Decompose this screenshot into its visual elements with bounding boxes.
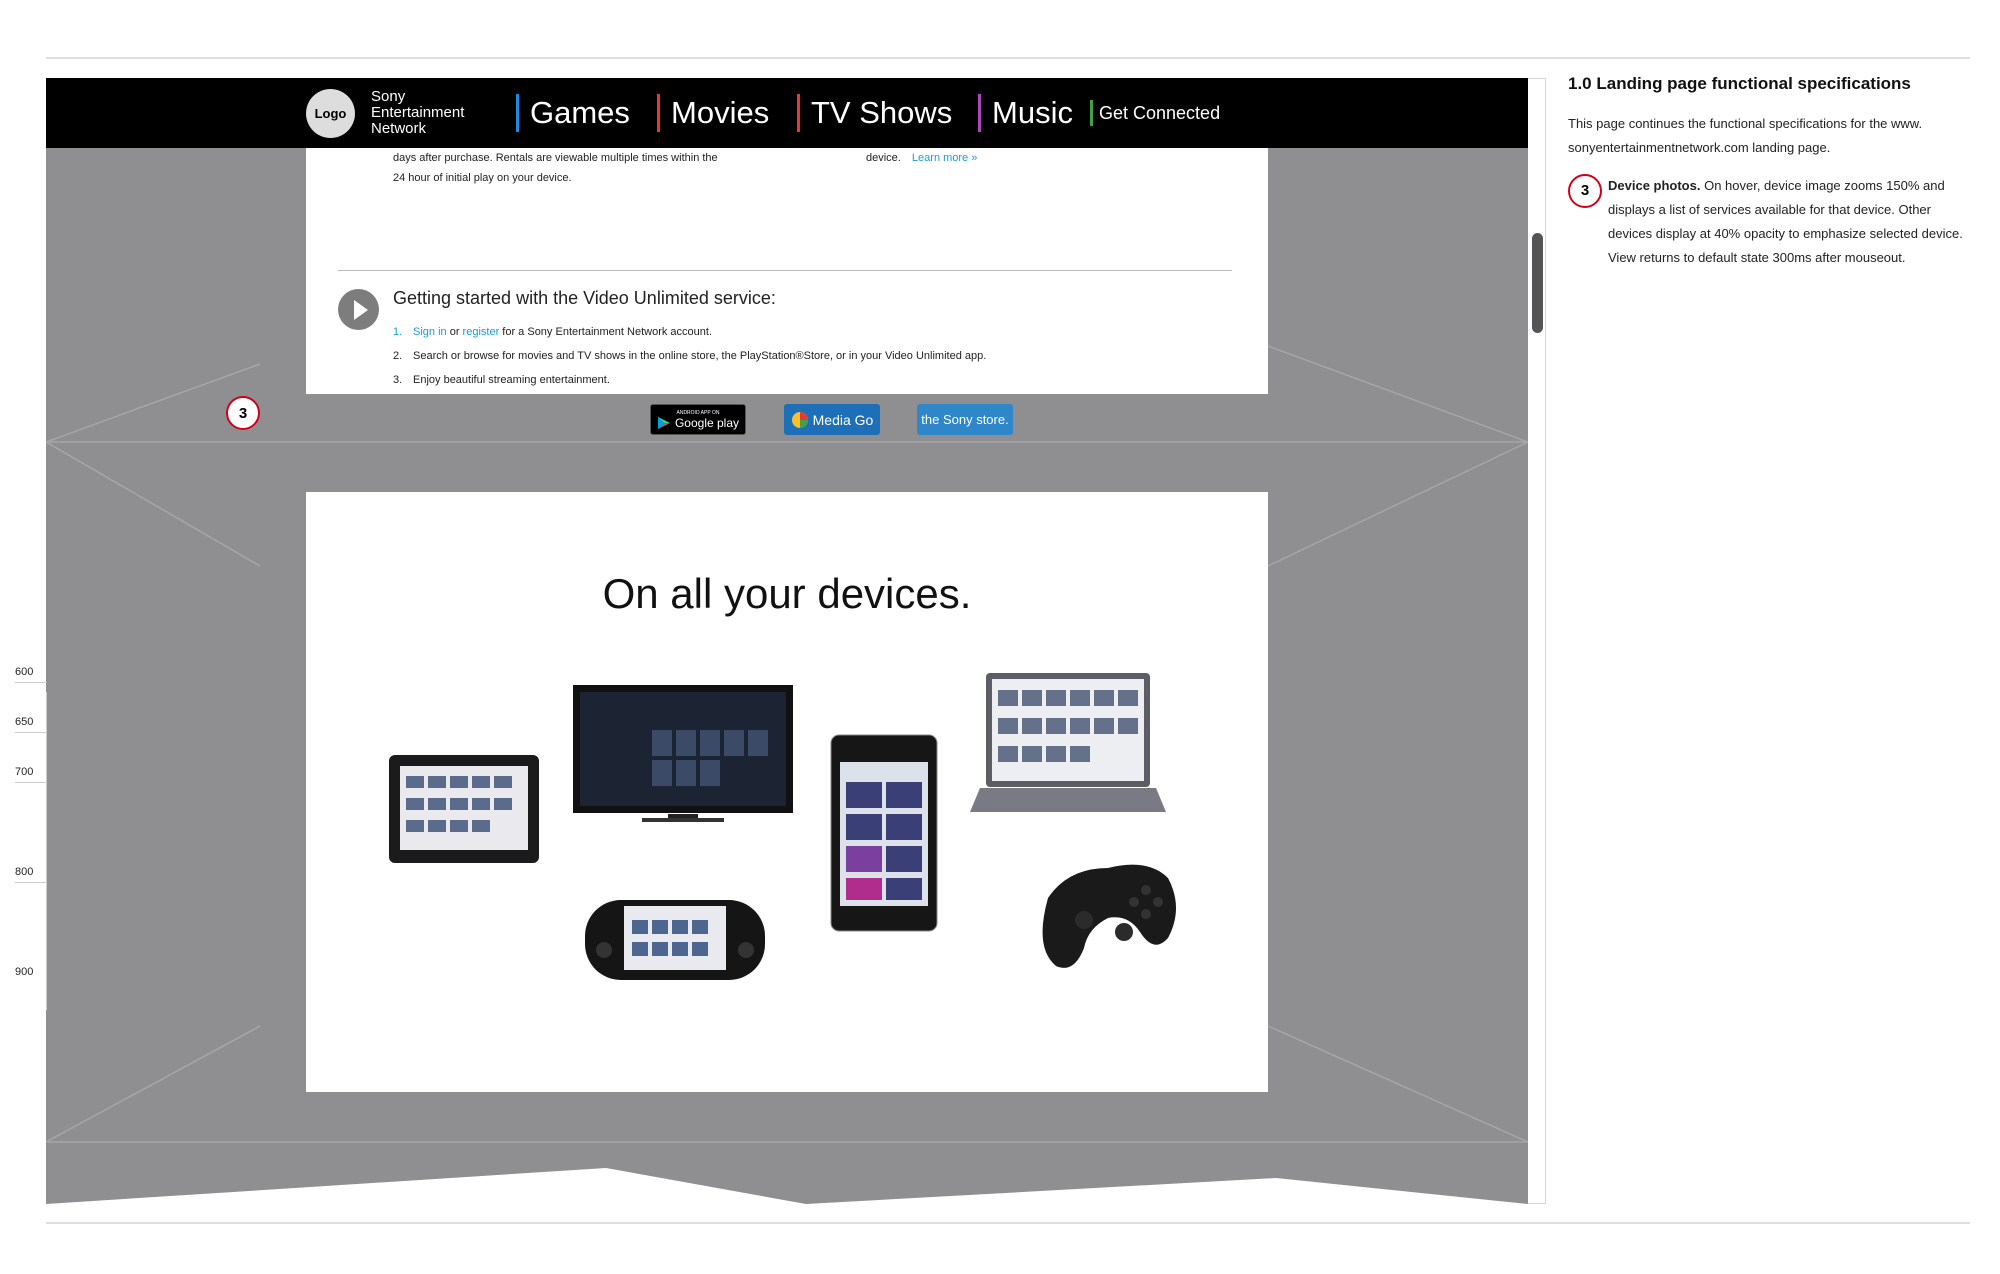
step-1: 1. Sign in or register for a Sony Enterta… bbox=[393, 320, 986, 344]
sony-store-button[interactable]: the Sony store. bbox=[917, 404, 1013, 435]
top-divider bbox=[46, 57, 1970, 59]
smartphone-device-image[interactable] bbox=[830, 734, 938, 934]
step-1-number: 1. bbox=[393, 326, 403, 338]
nav-tv-shows[interactable]: TV Shows bbox=[797, 94, 952, 132]
bottom-divider bbox=[46, 1222, 1970, 1224]
nav-get-connected[interactable]: Get Connected bbox=[1090, 100, 1220, 126]
play-icon[interactable] bbox=[338, 289, 379, 330]
nav-music[interactable]: Music bbox=[978, 94, 1073, 132]
ruler-tick bbox=[15, 732, 47, 733]
brand-line-1: Sony bbox=[371, 88, 406, 105]
ruler-label-900: 900 bbox=[15, 966, 34, 978]
annotation-marker-3: 3 bbox=[226, 396, 260, 430]
ruler-label-650: 650 bbox=[15, 716, 34, 728]
logo[interactable]: Logo bbox=[306, 89, 355, 138]
spec-page: Logo Sony Entertainment Network Games Mo… bbox=[0, 0, 2000, 1274]
scrollbar-thumb[interactable] bbox=[1532, 233, 1543, 333]
brand-line-2: Entertainment bbox=[371, 104, 465, 121]
steps-list: 1. Sign in or register for a Sony Enterta… bbox=[393, 320, 986, 392]
google-play-button[interactable]: ANDROID APP ON Google play bbox=[650, 404, 746, 435]
media-go-label: Media Go bbox=[812, 411, 874, 428]
brand-line-3: Network bbox=[371, 120, 427, 137]
step-3-text: Enjoy beautiful streaming entertainment. bbox=[413, 374, 610, 386]
ruler-tick bbox=[15, 682, 47, 683]
media-go-icon bbox=[791, 411, 808, 428]
learn-more-link[interactable]: Learn more » bbox=[912, 152, 977, 164]
spec-item-device-photos: 3 Device photos. On hover, device image … bbox=[1568, 174, 1968, 270]
handheld-console-image[interactable] bbox=[584, 894, 766, 986]
spec-panel: 1.0 Landing page functional specificatio… bbox=[1568, 74, 1968, 270]
game-controller-image[interactable] bbox=[1028, 828, 1184, 978]
step-2-text: Search or browse for movies and TV shows… bbox=[413, 350, 987, 362]
register-link[interactable]: register bbox=[463, 326, 500, 338]
ruler-line bbox=[46, 692, 47, 1010]
spec-title: 1.0 Landing page functional specificatio… bbox=[1568, 74, 1911, 93]
devices-card: On all your devices. bbox=[306, 492, 1268, 1092]
brand-name[interactable]: Sony Entertainment Network bbox=[371, 89, 464, 137]
google-play-icon bbox=[657, 416, 670, 429]
step-3: 3. Enjoy beautiful streaming entertainmen… bbox=[393, 368, 986, 392]
rental-right-text: device. Learn more » bbox=[866, 148, 977, 168]
spec-marker-3: 3 bbox=[1568, 174, 1602, 208]
step-2-number: 2. bbox=[393, 350, 403, 362]
spec-item-title: Device photos. bbox=[1608, 178, 1701, 193]
wireframe-canvas: Logo Sony Entertainment Network Games Mo… bbox=[46, 78, 1528, 1204]
video-unlimited-card: days after purchase. Rentals are viewabl… bbox=[306, 148, 1268, 435]
rental-text-2: 24 hour of initial play on your device. bbox=[393, 172, 572, 184]
site-nav: Logo Sony Entertainment Network Games Mo… bbox=[46, 78, 1528, 148]
device-text: device. bbox=[866, 152, 901, 164]
scrollbar-track[interactable] bbox=[1528, 78, 1546, 1204]
section-divider bbox=[338, 270, 1232, 271]
google-play-label: Google play bbox=[674, 415, 740, 430]
getting-started-title: Getting started with the Video Unlimited… bbox=[393, 288, 776, 308]
sign-in-link[interactable]: Sign in bbox=[413, 326, 447, 338]
step-1-rest: for a Sony Entertainment Network account… bbox=[499, 326, 713, 338]
step-1-or: or bbox=[446, 326, 463, 338]
rental-text-1: days after purchase. Rentals are viewabl… bbox=[393, 152, 718, 164]
ruler-tick bbox=[15, 782, 47, 783]
nav-movies[interactable]: Movies bbox=[657, 94, 769, 132]
media-go-button[interactable]: Media Go bbox=[784, 404, 880, 435]
step-2: 2. Search or browse for movies and TV sho… bbox=[393, 344, 986, 368]
tablet-device-image[interactable] bbox=[388, 754, 540, 866]
laptop-device-image[interactable] bbox=[970, 672, 1166, 818]
ruler-label-700: 700 bbox=[15, 766, 34, 778]
nav-games[interactable]: Games bbox=[516, 94, 630, 132]
ruler-label-600: 600 bbox=[15, 666, 34, 678]
spec-intro: This page continues the functional speci… bbox=[1568, 116, 1923, 155]
ruler-label-800: 800 bbox=[15, 866, 34, 878]
devices-title: On all your devices. bbox=[602, 570, 972, 617]
ruler-tick bbox=[15, 882, 47, 883]
tv-device-image[interactable] bbox=[572, 684, 794, 824]
step-3-number: 3. bbox=[393, 374, 403, 386]
